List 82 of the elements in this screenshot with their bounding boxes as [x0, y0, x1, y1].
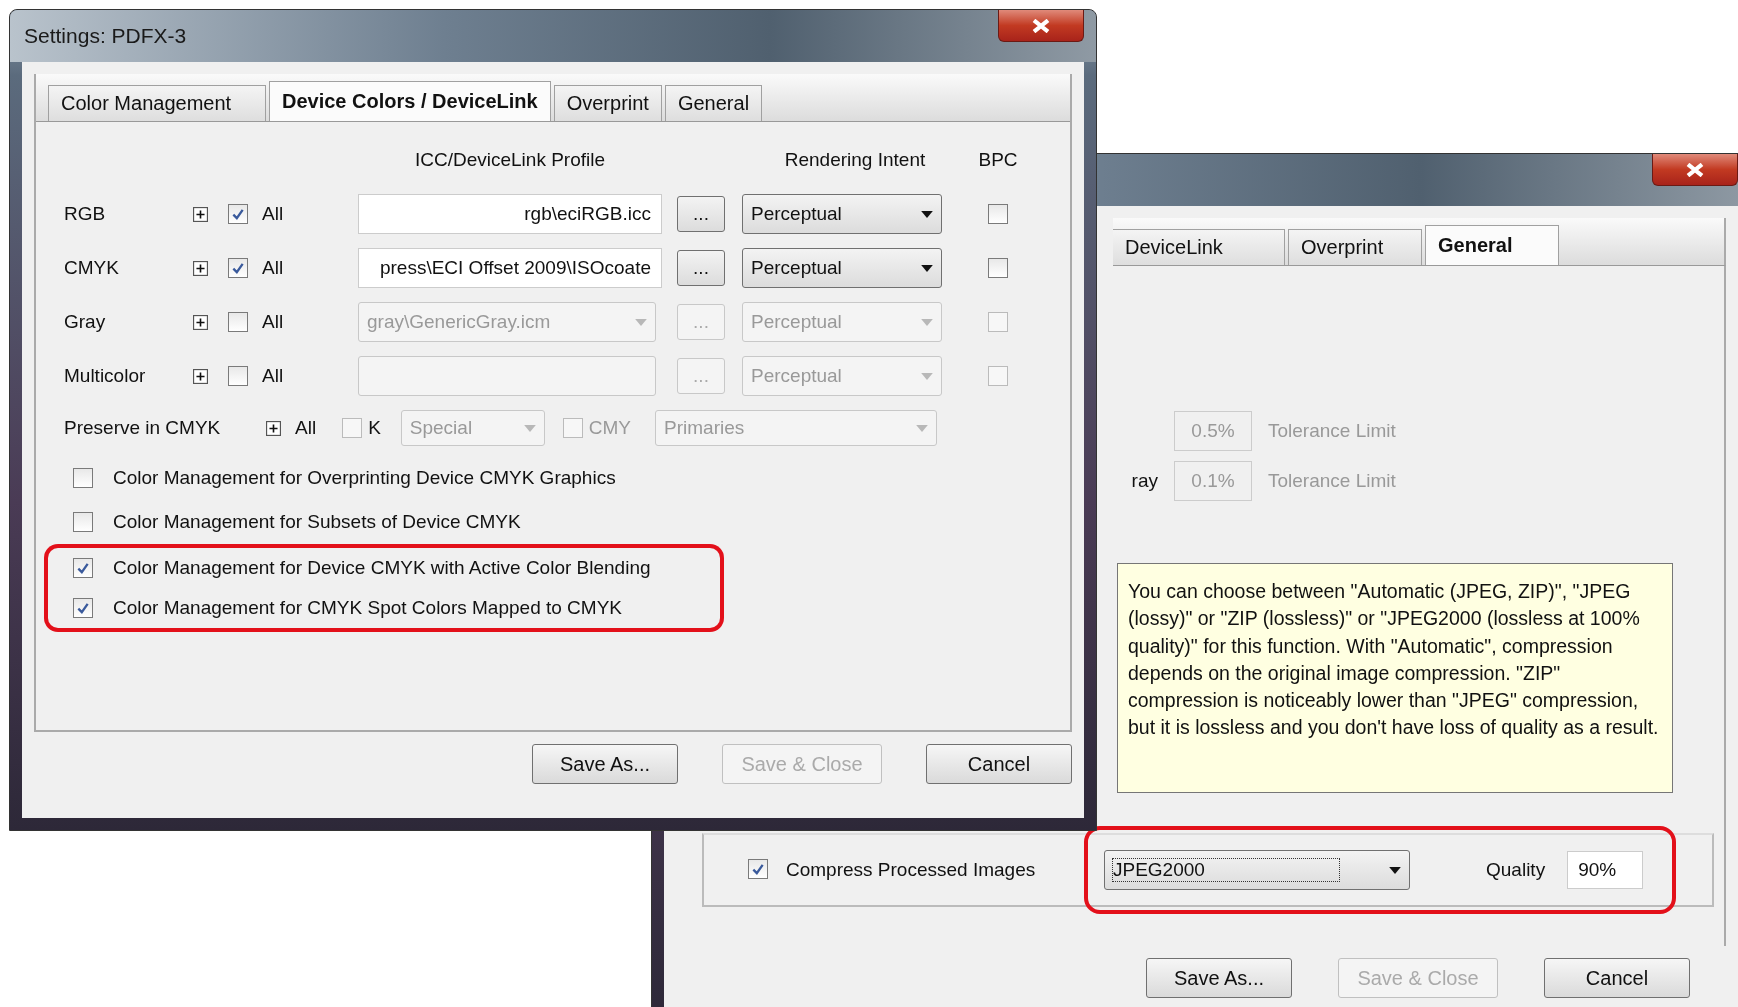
checkbox[interactable]	[342, 418, 363, 438]
dialog-button[interactable]: Cancel	[1544, 958, 1690, 998]
row-label: Multicolor	[64, 364, 147, 388]
checkbox[interactable]	[988, 312, 1008, 332]
caret-icon	[921, 318, 933, 326]
field-label: ray	[1130, 470, 1158, 492]
dialog-button[interactable]: Cancel	[926, 744, 1072, 784]
row-label: Gray	[64, 310, 107, 334]
checkbox[interactable]	[73, 598, 93, 618]
close-button[interactable]	[1652, 154, 1738, 186]
close-icon	[1686, 162, 1704, 177]
checkbox[interactable]	[73, 512, 93, 532]
checkbox[interactable]	[988, 366, 1008, 386]
check-icon	[76, 601, 90, 615]
field-label: Quality	[1486, 859, 1546, 881]
expand-icon[interactable]	[192, 206, 208, 222]
caret-icon	[921, 210, 933, 218]
checkbox-label: All	[295, 417, 317, 439]
tab[interactable]: Overprint	[1288, 229, 1422, 265]
caret-icon	[635, 318, 647, 326]
expand-icon[interactable]	[192, 260, 208, 276]
caret-icon	[523, 424, 536, 432]
caret-icon	[1389, 866, 1401, 874]
intent-dropdown[interactable]: Perceptual	[742, 194, 942, 234]
checkbox-label: K	[368, 417, 381, 439]
check-icon	[76, 561, 90, 575]
tab[interactable]: Overprint	[553, 85, 662, 121]
tolerance-label: Tolerance Limit	[1268, 420, 1396, 442]
row-label: RGB	[64, 202, 107, 226]
caret-icon	[921, 264, 933, 272]
close-button[interactable]	[998, 10, 1084, 42]
tab[interactable]: DeviceLink	[1113, 229, 1285, 265]
expand-icon[interactable]	[192, 314, 208, 330]
expand-icon[interactable]	[192, 368, 208, 384]
checkbox[interactable]	[73, 558, 93, 578]
checkbox[interactable]	[228, 312, 248, 332]
checkbox-label: Color Management for Subsets of Device CMYK	[113, 511, 521, 533]
column-header: ICC/DeviceLink Profile	[413, 148, 607, 172]
profile-field[interactable]: press\ECI Offset 2009\ISOcoate	[358, 248, 662, 288]
checkbox-label: Color Management for Device CMYK with Active Color Blending	[113, 557, 651, 579]
profile-field[interactable]: rgb\eciRGB.icc	[358, 194, 662, 234]
tab[interactable]: Color Management	[48, 85, 266, 121]
checkbox[interactable]	[562, 418, 583, 438]
tab[interactable]: Device Colors / DeviceLink	[269, 81, 551, 121]
column-header: BPC	[977, 148, 1019, 172]
browse-button[interactable]: ...	[677, 196, 725, 232]
checkbox-label: Color Management for CMYK Spot Colors Mapped to CMYK	[113, 597, 622, 619]
checkbox[interactable]	[73, 468, 93, 488]
checkbox-label: All	[261, 310, 285, 334]
checkbox-label: Color Management for Overprinting Device CMYK Graphics	[113, 467, 616, 489]
checkbox-label: All	[261, 256, 285, 280]
tab[interactable]: General	[1425, 225, 1559, 265]
column-header: Rendering Intent	[783, 148, 927, 172]
checkbox[interactable]	[228, 204, 248, 224]
quality-field[interactable]: 90%	[1567, 851, 1644, 889]
dialog-button[interactable]: Save As...	[532, 744, 678, 784]
tab[interactable]: General	[664, 85, 763, 121]
checkbox-label: All	[261, 202, 285, 226]
caret-icon	[921, 372, 933, 380]
checkbox-label: All	[261, 364, 285, 388]
caret-icon	[916, 424, 929, 432]
checkbox[interactable]	[988, 258, 1008, 278]
browse-button[interactable]: ...	[677, 250, 725, 286]
close-icon	[1032, 18, 1050, 33]
checkbox[interactable]	[228, 366, 248, 386]
check-icon	[231, 261, 245, 275]
row-label: CMYK	[64, 256, 120, 280]
checkbox[interactable]	[748, 859, 768, 879]
checkbox[interactable]	[988, 204, 1008, 224]
dialog-button[interactable]: Save As...	[1146, 958, 1292, 998]
format-dropdown[interactable]: JPEG2000	[1104, 850, 1410, 890]
checkbox[interactable]	[228, 258, 248, 278]
window-title: Settings: PDFX-3	[24, 24, 187, 48]
checkbox-label: CMY	[588, 417, 632, 439]
tolerance-label: Tolerance Limit	[1268, 470, 1396, 492]
checkbox-label: Compress Processed Images	[786, 859, 1037, 881]
intent-dropdown[interactable]: Perceptual	[742, 248, 942, 288]
expand-icon[interactable]	[266, 420, 281, 436]
tooltip: You can choose between "Automatic (JPEG, ZIP)", "JPEG (lossy)" or "ZIP (lossless)" or "JPEG2000 (lossless at 100% quality)" for this function. With "Automatic", compression depends on the original image compression. "ZIP" compression is noticeably lower than "JPEG" compression, but it is lossless and you don't have loss of quality as a result.	[1117, 563, 1673, 793]
check-icon	[231, 207, 245, 221]
row-label: Preserve in CMYK	[64, 417, 222, 439]
check-icon	[751, 862, 765, 876]
